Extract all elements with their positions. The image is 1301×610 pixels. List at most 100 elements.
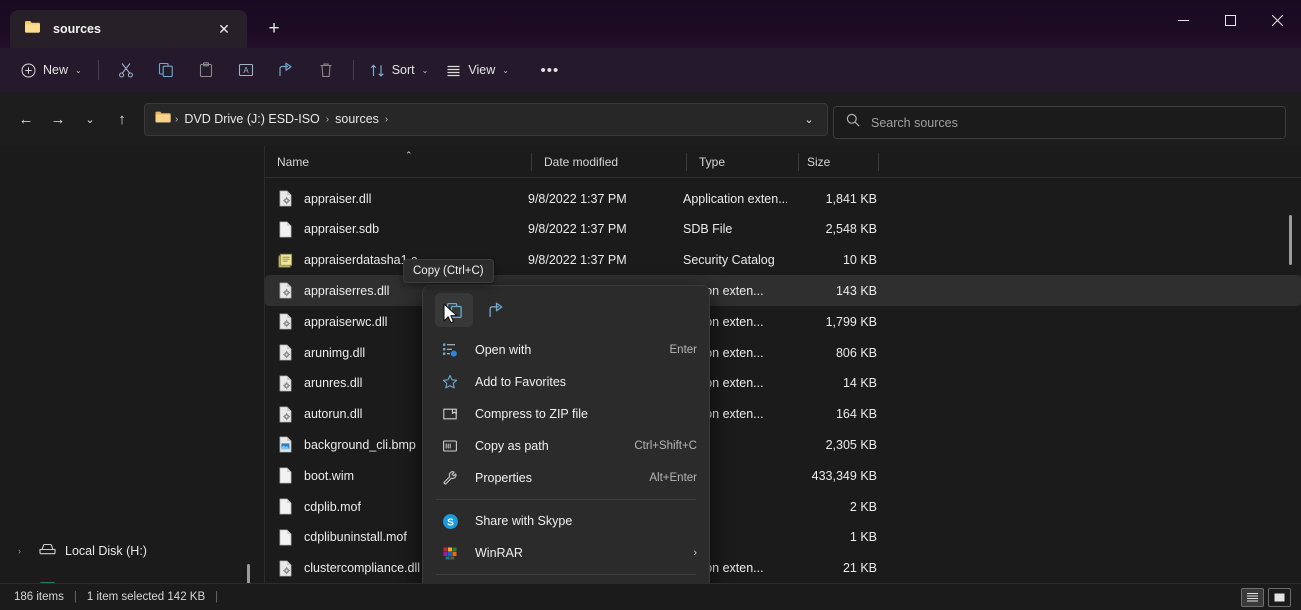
open-with-icon <box>439 342 461 358</box>
file-name-cell: appraiser.dll <box>265 190 520 207</box>
file-name-label: boot.wim <box>304 468 355 483</box>
table-row[interactable]: appraiserwc.dll ication exten... 1,799 KB <box>265 306 1301 337</box>
context-menu: Open with Enter Add to Favorites Compres… <box>422 285 710 610</box>
context-item-label-share-with-skype: Share with Skype <box>475 514 573 528</box>
forward-button[interactable]: → <box>42 103 74 135</box>
context-accel-open-with: Enter <box>669 344 698 356</box>
file-size-cell: 1 KB <box>849 530 877 545</box>
table-row[interactable]: boot.wimFile433,349 KB <box>265 460 1301 491</box>
new-button[interactable]: New ⌄ <box>12 54 91 86</box>
column-header-date-label: Date modified <box>544 154 619 169</box>
sidebar-item-local-disk[interactable]: › Local Disk (H:) <box>0 536 250 566</box>
sidebar-item-label-local-disk: Local Disk (H:) <box>65 544 147 558</box>
navigation-pane: › Local Disk (H:) › DVD Drive (J:) ESD-I… <box>0 146 250 583</box>
table-row[interactable]: appraiser.dll 9/8/2022 1:37 PM Application… <box>265 183 1301 214</box>
file-date-cell: 9/8/2022 1:37 PM <box>528 191 627 206</box>
table-row[interactable]: arunres.dll ication exten... 14 KB <box>265 368 1301 399</box>
winrar-icon <box>439 545 461 561</box>
breadcrumb-item-sources[interactable]: sources <box>330 109 384 129</box>
properties-icon <box>439 470 461 486</box>
svg-text:A: A <box>243 66 249 75</box>
mouse-cursor <box>443 303 458 330</box>
file-type-cell: Security Catalog <box>683 253 775 268</box>
close-tab-icon[interactable]: ✕ <box>211 16 237 42</box>
column-header-name-label: Name <box>277 154 310 169</box>
context-share-button[interactable] <box>477 293 515 327</box>
context-item-copy-as-path[interactable]: Copy as path Ctrl+Shift+C <box>423 430 709 462</box>
sort-ascending-icon: ⌃ <box>405 149 413 160</box>
breadcrumb-dropdown-button[interactable]: ⌄ <box>797 103 821 135</box>
column-header-name[interactable]: Name ⌃ <box>265 146 532 178</box>
delete-button[interactable] <box>306 54 346 86</box>
table-row[interactable]: cdplib.mofFile2 KB <box>265 491 1301 522</box>
file-name-label: cdplibuninstall.mof <box>304 530 407 545</box>
cut-button[interactable] <box>106 54 146 86</box>
blank-file-icon <box>278 529 293 546</box>
toolbar-divider <box>97 60 99 80</box>
new-tab-button[interactable]: + <box>257 11 291 45</box>
column-header-type-label: Type <box>699 154 726 169</box>
table-row[interactable]: background_cli.bmpFile2,305 KB <box>265 429 1301 460</box>
sort-button[interactable]: Sort ⌄ <box>361 54 438 86</box>
copy-tooltip: Copy (Ctrl+C) <box>403 259 494 283</box>
large-icons-view-icon[interactable] <box>1268 588 1291 607</box>
skype-icon: S <box>439 513 461 530</box>
context-item-open-with[interactable]: Open with Enter <box>423 334 709 366</box>
chevron-right-icon-winrar: › <box>693 547 697 559</box>
column-header-date[interactable]: Date modified <box>532 146 687 178</box>
close-window-button[interactable] <box>1254 0 1301 40</box>
dll-file-icon <box>278 282 293 299</box>
minimize-button[interactable] <box>1160 0 1207 40</box>
context-item-label-winrar: WinRAR <box>475 546 523 560</box>
file-name-cell: appraiser.sdb <box>265 221 520 238</box>
chevron-down-icon: ⌄ <box>75 65 82 75</box>
recent-locations-button[interactable]: ⌄ <box>74 103 106 135</box>
breadcrumb-item-drive[interactable]: DVD Drive (J:) ESD-ISO <box>179 109 324 129</box>
dll-file-icon <box>279 406 292 422</box>
tab-title: sources <box>53 22 101 36</box>
context-item-label-open-with: Open with <box>475 343 532 357</box>
search-box[interactable]: Search sources <box>833 106 1286 139</box>
column-header-type[interactable]: Type <box>687 146 799 178</box>
context-item-compress-zip[interactable]: Compress to ZIP file <box>423 398 709 430</box>
view-toggle-group <box>1241 588 1291 607</box>
sidebar-item-dvd-drive[interactable]: › DVD Drive (J:) ESD-ISO <box>0 574 250 583</box>
chevron-right-icon-local-disk[interactable]: › <box>18 546 30 556</box>
rename-button[interactable]: A <box>226 54 266 86</box>
file-size-cell: 14 KB <box>842 376 877 391</box>
context-item-winrar[interactable]: WinRAR › <box>423 537 709 569</box>
context-item-add-to-favorites[interactable]: Add to Favorites <box>423 366 709 398</box>
table-row[interactable]: arunimg.dll ication exten... 806 KB <box>265 337 1301 368</box>
blank-file-icon <box>278 221 293 238</box>
share-button[interactable] <box>266 54 306 86</box>
sidebar-scrollbar-thumb[interactable] <box>247 564 250 583</box>
status-divider-1: | <box>73 591 77 603</box>
context-item-label-properties: Properties <box>475 471 532 485</box>
table-row[interactable]: autorun.dll ication exten... 164 KB <box>265 399 1301 430</box>
new-label: New <box>43 63 69 77</box>
title-bar: sources ✕ + <box>0 0 1301 48</box>
file-name-label: arunres.dll <box>304 376 363 391</box>
table-row[interactable]: appraiser.sdb 9/8/2022 1:37 PM SDB File 2,5… <box>265 214 1301 245</box>
context-item-properties[interactable]: Properties Alt+Enter <box>423 462 709 494</box>
copy-button[interactable] <box>146 54 186 86</box>
more-options-button[interactable]: ••• <box>530 54 570 86</box>
back-button[interactable]: ← <box>10 103 42 135</box>
file-explorer-window: sources ✕ + New ⌄ A Sort ⌄ View ⌄ ••• ← … <box>0 0 1301 610</box>
table-row[interactable]: clustercompliance.dll ication exten... 21 … <box>265 553 1301 583</box>
breadcrumb[interactable]: › DVD Drive (J:) ESD-ISO › sources › ⌄ <box>144 102 828 136</box>
file-list-scrollbar-thumb[interactable] <box>1289 215 1292 265</box>
tab-sources[interactable]: sources ✕ <box>10 10 247 48</box>
view-button[interactable]: View ⌄ <box>437 54 518 86</box>
column-header-size[interactable]: Size <box>799 146 879 178</box>
maximize-button[interactable] <box>1207 0 1254 40</box>
catalog-file-icon <box>278 253 293 268</box>
dll-file-icon <box>278 406 293 423</box>
up-button[interactable]: ↑ <box>106 103 138 135</box>
details-view-icon[interactable] <box>1241 588 1264 607</box>
paste-button[interactable] <box>186 54 226 86</box>
table-row[interactable]: cdplibuninstall.mofFile1 KB <box>265 522 1301 553</box>
file-name-label: cdplib.mof <box>304 499 361 514</box>
context-item-share-with-skype[interactable]: S Share with Skype <box>423 505 709 537</box>
chevron-down-icon-view: ⌄ <box>502 65 509 75</box>
